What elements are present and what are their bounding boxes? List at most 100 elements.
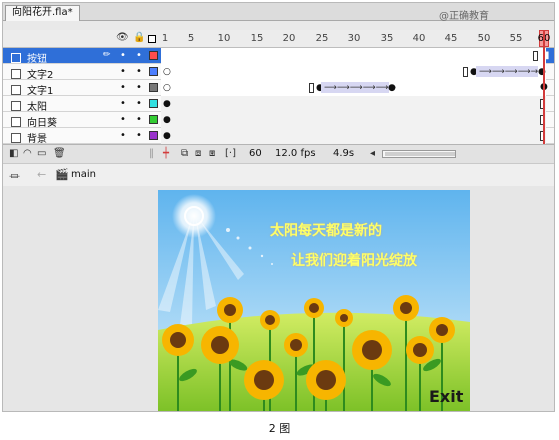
ruler-tick: 35: [380, 33, 394, 44]
layer-frames[interactable]: ●: [161, 128, 546, 144]
sun-glow: [172, 194, 216, 238]
frame-ruler[interactable]: 1 5 10 15 20 25 30 35 40 45 50 55: [161, 30, 551, 47]
layer-row[interactable]: 文字1 • • ○ ● ⟶⟶⟶⟶⟶→ ● ●: [3, 80, 554, 97]
layer-row[interactable]: 向日葵 • • ●: [3, 112, 554, 129]
frame-end-box: [533, 51, 538, 61]
ruler-tick: 20: [282, 33, 296, 44]
layer-icon: [11, 85, 21, 95]
new-folder-icon[interactable]: ▭: [37, 148, 46, 159]
layer-frames[interactable]: ●: [161, 96, 546, 112]
empty-keyframe-icon: ○: [163, 51, 171, 61]
scene-icon: 🎬: [55, 168, 69, 181]
add-guide-icon[interactable]: ◠: [23, 148, 32, 159]
empty-keyframe-icon: ○: [163, 67, 171, 77]
back-arrow-icon[interactable]: ←: [37, 168, 46, 181]
layer-name-wrap: 文字1: [11, 82, 53, 97]
layer-icon: [11, 69, 21, 79]
layer-icon: [11, 53, 21, 63]
keyframe-icon: ●: [388, 83, 396, 93]
layer-name-wrap: 太阳: [11, 98, 47, 113]
layer-frames[interactable]: ●: [161, 112, 546, 128]
scrollbar-thumb[interactable]: [385, 152, 455, 156]
edit-multiple-frames-icon[interactable]: ⧆: [209, 148, 215, 159]
visibility-dot[interactable]: •: [120, 50, 126, 61]
visibility-dot[interactable]: •: [120, 82, 126, 93]
current-frame: 60: [249, 148, 262, 159]
ruler-tick: 1: [161, 33, 169, 44]
timeline-scrollbar[interactable]: [382, 150, 456, 158]
layer-frames[interactable]: ○ ● ⟶⟶⟶⟶⟶→ ● ●: [161, 80, 548, 96]
layer-name-wrap: 向日葵: [11, 114, 57, 129]
new-layer-icon[interactable]: ◧: [9, 148, 18, 159]
watermark-text: @正确教育: [439, 11, 489, 22]
scroll-left-icon[interactable]: ◂: [370, 148, 375, 159]
ruler-tick: 10: [217, 33, 231, 44]
tween-arrow: ⟶⟶⟶⟶→: [479, 67, 539, 77]
delete-layer-icon[interactable]: 🗑: [53, 148, 66, 159]
layer-frames[interactable]: ○ ● ⟶⟶⟶⟶→ ●: [161, 64, 546, 80]
ruler-tick: 5: [187, 33, 195, 44]
scene-name[interactable]: main: [71, 169, 96, 180]
ruler-tick: 25: [315, 33, 329, 44]
visibility-dot[interactable]: •: [120, 114, 126, 125]
layer-color-swatch[interactable]: [149, 51, 158, 60]
document-tab-bar: 向阳花开.fla* @正确教育: [3, 3, 554, 22]
layer-name-wrap: 文字2: [11, 66, 53, 81]
timeline-footer: ◧ ◠ ▭ 🗑 ‖ ┿ ⧉ ⧈ ⧆ [·] 60 12.0 fps 4.9s ◂: [3, 144, 554, 163]
layer-color-swatch[interactable]: [149, 67, 158, 76]
frame-rate: 12.0 fps: [275, 148, 316, 159]
divider-icon: ‖: [149, 148, 154, 159]
document-tab[interactable]: 向阳花开.fla*: [5, 5, 80, 21]
layer-list: 按钮 ✏ • • ○ ■ 文字2 • • ○ ● ⟶⟶⟶⟶→ ●: [3, 48, 554, 145]
layer-row[interactable]: 背景 • • ●: [3, 128, 554, 145]
lock-dot[interactable]: •: [136, 50, 142, 61]
figure-caption: 2 图: [268, 422, 291, 435]
lock-dot[interactable]: •: [136, 114, 142, 125]
layer-row[interactable]: 按钮 ✏ • • ○ ■: [3, 48, 554, 65]
playhead-line: [543, 30, 545, 150]
ruler-tick: 30: [347, 33, 361, 44]
visibility-dot[interactable]: •: [120, 98, 126, 109]
elapsed-time: 4.9s: [333, 148, 355, 159]
stage-area: 太阳每天都是新的 让我们迎着阳光绽放 Exit: [3, 186, 554, 411]
visibility-dot[interactable]: •: [120, 66, 126, 77]
lock-dot[interactable]: •: [136, 130, 142, 141]
layer-row[interactable]: 太阳 • • ●: [3, 96, 554, 113]
keyframe-icon: ●: [163, 131, 171, 141]
lock-dot[interactable]: •: [136, 66, 142, 77]
ruler-tick: 15: [250, 33, 264, 44]
lock-dot[interactable]: •: [136, 82, 142, 93]
exit-button[interactable]: Exit: [429, 387, 463, 406]
layer-color-swatch[interactable]: [149, 99, 158, 108]
pencil-icon: ✏: [103, 50, 111, 60]
stage-text-line2: 让我们迎着阳光绽放: [291, 253, 417, 269]
ruler-tick: 50: [477, 33, 491, 44]
frame-end-box: [463, 67, 468, 77]
flash-window: 向阳花开.fla* @正确教育 👁 🔒 1 5 10 15 20 25 30 3…: [2, 2, 555, 412]
stage-text-line1: 太阳每天都是新的: [270, 223, 382, 239]
ruler-tick: 40: [412, 33, 426, 44]
center-frame-icon[interactable]: ┿: [163, 148, 169, 159]
onion-skin-icon[interactable]: ⧉: [181, 148, 188, 159]
layer-color-swatch[interactable]: [149, 115, 158, 124]
layer-row[interactable]: 文字2 • • ○ ● ⟶⟶⟶⟶→ ●: [3, 64, 554, 81]
timeline-toggle-icon[interactable]: ⏛: [9, 168, 20, 184]
modify-onion-markers-icon[interactable]: [·]: [225, 148, 236, 159]
layer-color-swatch[interactable]: [149, 131, 158, 140]
stage-canvas[interactable]: 太阳每天都是新的 让我们迎着阳光绽放 Exit: [158, 190, 470, 411]
layer-icon: [11, 117, 21, 127]
frame-end-box: [309, 83, 314, 93]
empty-keyframe-icon: ○: [163, 83, 171, 93]
tween-arrow: ⟶⟶⟶⟶⟶→: [324, 83, 397, 93]
layer-color-swatch[interactable]: [149, 83, 158, 92]
onion-outline-icon[interactable]: ⧈: [195, 148, 201, 159]
lock-icon[interactable]: 🔒: [133, 33, 145, 43]
layer-name-wrap: 背景: [11, 130, 47, 145]
layer-frames[interactable]: ○ ■: [161, 48, 549, 64]
visibility-dot[interactable]: •: [120, 130, 126, 141]
eye-icon[interactable]: 👁: [116, 33, 129, 43]
lock-dot[interactable]: •: [136, 98, 142, 109]
outline-toggle-icon[interactable]: [148, 35, 156, 43]
edit-bar: ⏛ ← 🎬 main: [3, 163, 554, 187]
ruler-tick: 45: [444, 33, 458, 44]
